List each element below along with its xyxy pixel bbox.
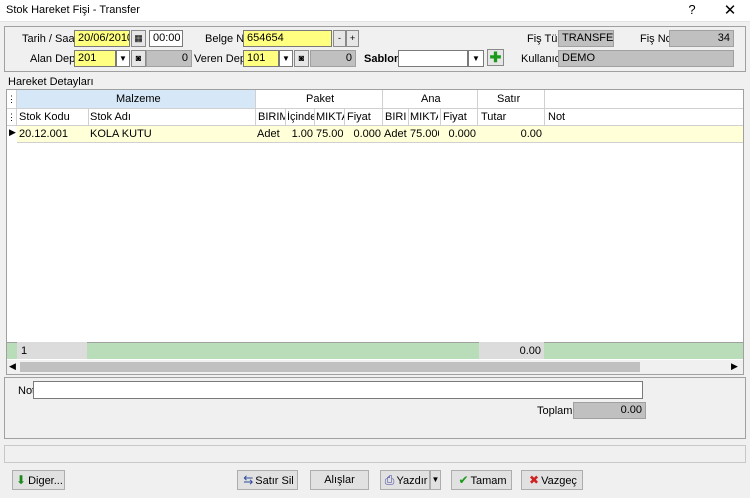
print-icon: ⎙ xyxy=(384,473,395,487)
tamam-button[interactable]: ✔ Tamam xyxy=(451,470,512,490)
col-stok-adi[interactable]: Stok Adı xyxy=(90,111,240,123)
group-malzeme: Malzeme xyxy=(116,93,161,105)
cell-p-fiyat[interactable]: 0.000 xyxy=(345,128,381,140)
add-icon[interactable]: ✚ xyxy=(487,49,504,66)
scroll-right-icon[interactable]: ▶ xyxy=(731,361,738,372)
status-strip xyxy=(4,445,746,463)
col-p-birim[interactable]: BIRIM xyxy=(258,111,285,123)
cell-stok-kodu[interactable]: 20.12.001 xyxy=(19,128,87,140)
chevron-down-icon[interactable]: ▼ xyxy=(279,50,293,67)
minus-icon[interactable]: - xyxy=(333,30,346,47)
lookup-icon[interactable]: ◙ xyxy=(131,50,146,67)
help-button[interactable]: ? xyxy=(684,2,700,20)
fis-turu-field: TRANSFER xyxy=(558,30,614,47)
fis-no-field: 34 xyxy=(669,30,734,47)
sep xyxy=(7,108,743,109)
alislar-label: Alışlar xyxy=(324,474,355,486)
chevron-down-icon[interactable]: ▼ xyxy=(116,50,130,67)
footer-count: 1 xyxy=(21,345,28,357)
group-satir: Satır xyxy=(497,93,521,105)
not-field[interactable] xyxy=(33,381,643,399)
check-icon: ✔ xyxy=(458,473,469,487)
belge-no-field[interactable]: 654654 xyxy=(243,30,332,47)
lookup-icon[interactable]: ◙ xyxy=(294,50,309,67)
veren-depo-field[interactable]: 101 xyxy=(243,50,279,67)
plus-icon[interactable]: + xyxy=(346,30,359,47)
col-p-fiyat[interactable]: Fiyat xyxy=(347,111,381,123)
cell-tutar[interactable]: 0.00 xyxy=(479,128,542,140)
satir-sil-button[interactable]: ⇆ Satır Sil xyxy=(237,470,298,490)
delete-row-icon: ⇆ xyxy=(243,473,254,487)
cell-stok-adi[interactable]: KOLA KUTU xyxy=(90,128,250,140)
diger-button[interactable]: ⬇ Diger... xyxy=(12,470,65,490)
kullanici-field: DEMO xyxy=(558,50,734,67)
scroll-left-icon[interactable]: ◀ xyxy=(9,361,16,372)
alislar-button[interactable]: Alışlar xyxy=(310,470,369,490)
col-stok-kodu[interactable]: Stok Kodu xyxy=(19,111,89,123)
col-p-icinde[interactable]: İçinde xyxy=(287,111,314,123)
satir-sil-label: Satır Sil xyxy=(255,475,294,487)
time-field[interactable]: 00:00 xyxy=(149,30,183,47)
scrollbar-thumb[interactable] xyxy=(20,362,640,372)
chevron-down-icon[interactable]: ▼ xyxy=(468,50,484,67)
cell-a-birim[interactable]: Adet xyxy=(384,128,407,140)
close-button[interactable]: ✕ xyxy=(720,1,740,21)
veren-depo-value: 0 xyxy=(310,50,356,67)
cell-p-birim[interactable]: Adet xyxy=(257,128,284,140)
title-bar: Stok Hareket Fişi - Transfer ? ✕ xyxy=(0,0,750,22)
grid-footer xyxy=(7,342,743,359)
arrow-down-icon: ⬇ xyxy=(16,473,27,487)
tamam-label: Tamam xyxy=(470,475,507,487)
alan-depo-field[interactable]: 201 xyxy=(74,50,116,67)
col-a-birim[interactable]: BIRIM xyxy=(385,111,407,123)
section-label: Hareket Detayları xyxy=(8,76,94,88)
row-indicator-icon: ▶ xyxy=(9,127,16,137)
toplam-field: 0.00 xyxy=(573,402,646,419)
vazgec-label: Vazgeç xyxy=(541,475,577,487)
yazdir-label: Yazdır xyxy=(396,475,428,487)
cell-p-icinde[interactable]: 1.00 xyxy=(286,128,313,140)
footer-count-bg xyxy=(17,342,87,359)
calendar-icon[interactable]: ▦ xyxy=(131,30,146,47)
vazgec-button[interactable]: ✖ Vazgeç xyxy=(521,470,583,490)
cell-a-fiyat[interactable]: 0.000 xyxy=(441,128,476,140)
footer-total: 0.00 xyxy=(519,345,541,357)
yazdir-dropdown[interactable]: ▼ xyxy=(430,470,441,490)
group-paket: Paket xyxy=(306,93,335,105)
fis-no-label: Fiş No xyxy=(640,33,672,45)
cancel-icon: ✖ xyxy=(529,473,540,487)
kullanici-label: Kullanıcı xyxy=(521,53,564,65)
window-title: Stok Hareket Fişi - Transfer xyxy=(6,4,140,16)
group-ana: Ana xyxy=(421,93,441,105)
col-a-fiyat[interactable]: Fiyat xyxy=(443,111,476,123)
cell-p-miktar[interactable]: 75.00 xyxy=(316,128,343,140)
yazdir-button[interactable]: ⎙ Yazdır xyxy=(380,470,430,490)
col-p-miktar[interactable]: MIKTAR xyxy=(316,111,344,123)
cell-a-miktar[interactable]: 75.000 xyxy=(410,128,439,140)
col-a-miktar[interactable]: MIKTAR xyxy=(410,111,438,123)
sablon-label: Sablon xyxy=(364,53,401,65)
date-label: Tarih / Saat xyxy=(22,33,78,45)
col-not[interactable]: Not xyxy=(548,111,648,123)
sablon-field[interactable] xyxy=(398,50,468,67)
toplam-label: Toplam xyxy=(537,405,573,417)
alan-depo-value: 0 xyxy=(146,50,192,67)
diger-label: Diger... xyxy=(28,475,63,487)
col-tutar[interactable]: Tutar xyxy=(481,111,541,123)
date-field[interactable]: 20/06/2010 xyxy=(74,30,130,47)
